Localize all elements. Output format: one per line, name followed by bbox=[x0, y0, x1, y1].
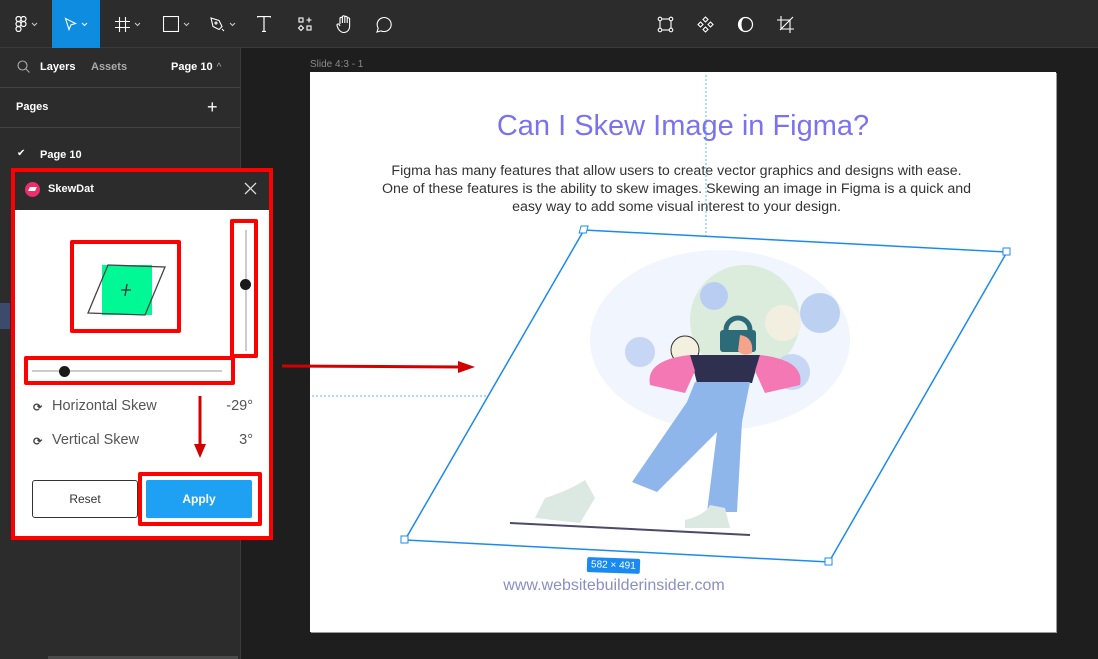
comment-icon bbox=[375, 16, 392, 33]
plugin-header: SkewDat bbox=[15, 172, 269, 210]
text-tool-button[interactable] bbox=[252, 0, 276, 48]
pointer-icon bbox=[64, 16, 77, 31]
frame-hash-icon bbox=[115, 16, 130, 32]
main-menu-button[interactable] bbox=[8, 0, 44, 48]
chevron-down-icon bbox=[81, 22, 88, 26]
chevron-up-icon: ^ bbox=[216, 62, 222, 73]
horizontal-skew-value: -29° bbox=[226, 398, 253, 414]
resources-icon bbox=[297, 16, 312, 31]
mask-contrast-icon bbox=[737, 16, 753, 32]
page-item[interactable]: ✔ Page 10 bbox=[0, 144, 240, 168]
sidebar-tabs: Layers Assets Page 10 ^ bbox=[0, 48, 240, 88]
slide-frame[interactable]: Can I Skew Image in Figma? Figma has man… bbox=[310, 72, 1056, 632]
vertical-skew-value: 3° bbox=[239, 432, 253, 448]
toolbar bbox=[0, 0, 1098, 48]
slide-body-text: Figma has many features that allow users… bbox=[381, 163, 972, 215]
plugin-title: SkewDat bbox=[48, 183, 94, 195]
vertical-skew-row: ⟳ Vertical Skew 3° bbox=[33, 432, 255, 452]
pages-header: Pages + bbox=[0, 88, 240, 128]
slide-title: Can I Skew Image in Figma? bbox=[496, 110, 870, 142]
preview-highlight bbox=[70, 240, 181, 333]
horizontal-slider-highlight bbox=[24, 356, 235, 385]
reset-vertical-icon[interactable]: ⟳ bbox=[33, 435, 42, 448]
figma-logo-icon bbox=[14, 16, 27, 32]
comment-tool-button[interactable] bbox=[370, 0, 396, 48]
add-page-icon[interactable]: + bbox=[207, 98, 218, 116]
checkmark-icon: ✔ bbox=[17, 148, 26, 159]
skewdat-logo-icon bbox=[25, 182, 40, 197]
page-item-label: Page 10 bbox=[40, 149, 82, 161]
chevron-down-icon bbox=[31, 22, 37, 26]
apply-highlight bbox=[138, 472, 262, 526]
component-icon bbox=[696, 15, 714, 33]
vector-edit-icon bbox=[657, 16, 673, 32]
hand-icon bbox=[335, 15, 350, 33]
create-component-button[interactable] bbox=[693, 0, 717, 48]
reset-horizontal-icon[interactable]: ⟳ bbox=[33, 401, 42, 414]
pen-icon bbox=[210, 16, 225, 31]
edit-object-button[interactable] bbox=[653, 0, 677, 48]
move-tool-button[interactable] bbox=[52, 0, 100, 48]
pen-tool-button[interactable] bbox=[205, 0, 241, 48]
frame-label[interactable]: Slide 4:3 - 1 bbox=[310, 59, 363, 70]
close-icon[interactable] bbox=[244, 182, 257, 195]
resources-button[interactable] bbox=[292, 0, 318, 48]
slide-url: www.websitebuilderinsider.com bbox=[503, 577, 725, 594]
tab-assets[interactable]: Assets bbox=[91, 61, 127, 73]
chevron-down-icon bbox=[134, 22, 141, 26]
horizontal-skew-label: Horizontal Skew bbox=[52, 398, 157, 414]
rectangle-icon bbox=[162, 16, 179, 32]
tab-layers[interactable]: Layers bbox=[40, 61, 75, 73]
layer-selection-highlight bbox=[0, 303, 10, 329]
shape-tool-button[interactable] bbox=[158, 0, 194, 48]
vertical-slider-highlight bbox=[230, 219, 258, 358]
chevron-down-icon bbox=[183, 22, 189, 26]
text-icon bbox=[257, 16, 271, 32]
crop-icon bbox=[776, 15, 794, 33]
chevron-down-icon bbox=[229, 22, 236, 26]
search-icon[interactable] bbox=[17, 60, 30, 73]
pages-title: Pages bbox=[16, 101, 49, 113]
reset-button[interactable]: Reset bbox=[32, 480, 138, 518]
hand-tool-button[interactable] bbox=[331, 0, 357, 48]
mask-button[interactable] bbox=[733, 0, 757, 48]
vertical-skew-label: Vertical Skew bbox=[52, 432, 140, 448]
crop-button[interactable] bbox=[773, 0, 797, 48]
selection-dimensions-badge: 582 × 491 bbox=[586, 557, 641, 574]
frame-tool-button[interactable] bbox=[110, 0, 146, 48]
page-selector-label: Page 10 bbox=[171, 61, 213, 73]
horizontal-skew-row: ⟳ Horizontal Skew -29° bbox=[33, 398, 255, 418]
page-selector[interactable]: Page 10 ^ bbox=[171, 61, 221, 73]
